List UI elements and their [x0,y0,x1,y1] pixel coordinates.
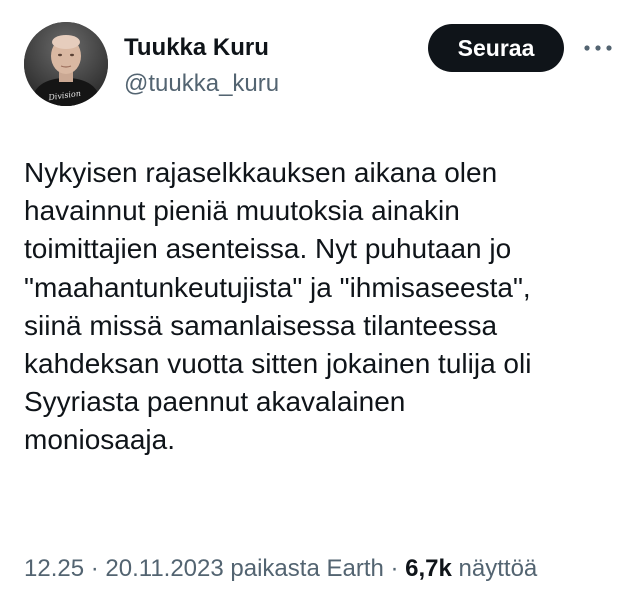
avatar[interactable]: Division [24,22,108,106]
tweet-card: Division Tuukka Kuru @tuukka_kuru Seuraa… [0,0,640,605]
tweet-text-line: toimittajien asenteissa. Nyt puhutaan jo [24,233,512,265]
tweet-date[interactable]: 20.11.2023 [105,555,223,582]
tweet-text-line: "maahantunkeutujista" ja "ihmisaseesta", [24,271,531,303]
tweet-text: Nykyisen rajaselkkauksen aikana olen hav… [24,154,624,460]
tweet-source: paikasta Earth [230,555,384,582]
meta-separator: · [383,555,406,582]
author-display-name[interactable]: Tuukka Kuru [124,34,269,62]
tweet-text-line: kahdeksan vuotta sitten jokainen tulija … [24,348,532,380]
tweet-text-line: Nykyisen rajaselkkauksen aikana olen [24,157,498,188]
tweet-meta: 12.25 · 20.11.2023 paikasta Earth · 6,7k… [24,554,537,584]
tweet-text-line: havainnut pieniä muutoksia ainakin [24,195,460,227]
author-handle[interactable]: @tuukka_kuru [124,70,279,98]
more-horizontal-icon [584,45,612,51]
tweet-time[interactable]: 12.25 [24,555,84,582]
views-count[interactable]: 6,7k [405,555,452,582]
tweet-text-line: moniosaaja. [24,424,175,456]
more-options-button[interactable] [576,32,620,64]
tweet-text-line: Syyriasta paennut akavalainen [24,386,406,418]
tweet-text-line: siinä missä samanlaisessa tilanteessa [24,309,498,341]
avatar-image: Division [24,22,108,106]
meta-separator: · [84,555,106,582]
views-label: näyttöä [451,555,538,582]
follow-button[interactable]: Seuraa [428,24,564,72]
